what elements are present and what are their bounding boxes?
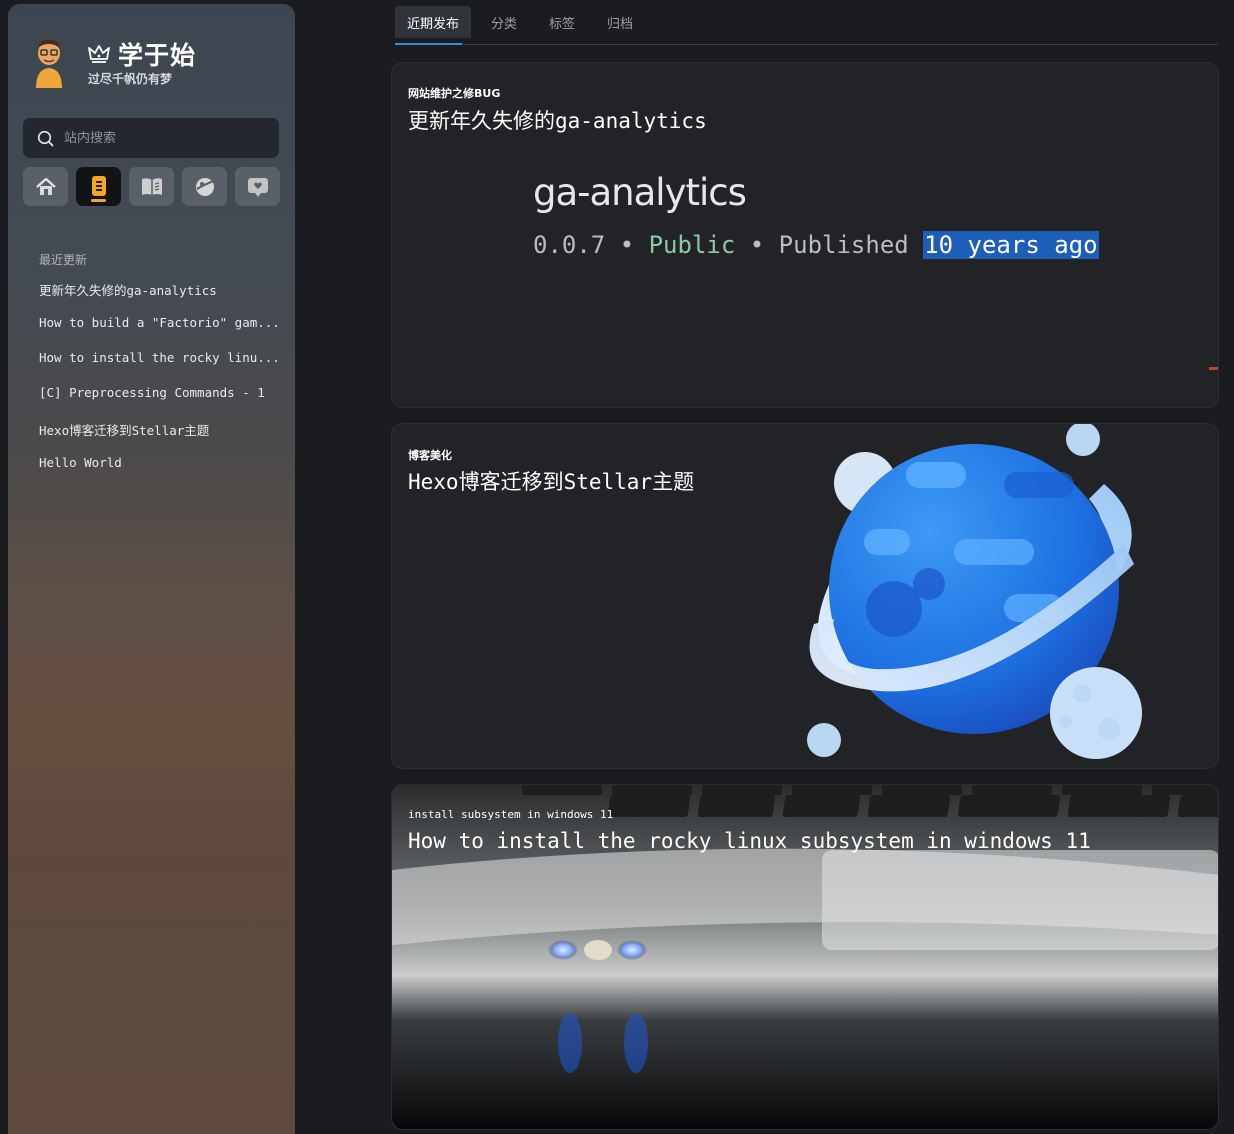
recent-item[interactable]: How to build a "Factorio" gam... (39, 315, 280, 350)
recent-item[interactable]: Hello World (39, 455, 280, 490)
sidebar: 学于始 过尽千帆仍有梦 站内搜索 最近更新 更新年久失修的ga-analytic… (8, 4, 295, 1134)
post-card[interactable]: install subsystem in windows 11 How to i… (391, 784, 1219, 1130)
tab-categories[interactable]: 分类 (479, 6, 529, 38)
post-tag: install subsystem in windows 11 (408, 808, 614, 821)
home-icon (35, 177, 56, 195)
post-tabs: 近期发布 分类 标签 归档 (395, 6, 645, 38)
tab-tags[interactable]: 标签 (537, 6, 587, 38)
nav-icons (23, 167, 280, 206)
cover-visibility: Public (648, 231, 736, 259)
post-card[interactable]: 网站维护之修BUG 更新年久失修的ga-analytics ga-analyti… (391, 62, 1219, 408)
book-icon (141, 177, 162, 195)
nav-friends-button[interactable] (235, 167, 280, 206)
cover-package-meta: 0.0.7 • Public • Published 10 years ago (533, 231, 1099, 259)
decorative-mark (1209, 367, 1218, 370)
recent-item[interactable]: [C] Preprocessing Commands - 1 (39, 385, 280, 420)
search-box[interactable] (23, 118, 279, 158)
recent-item[interactable]: 更新年久失修的ga-analytics (39, 280, 280, 315)
notebook-icon (91, 175, 106, 196)
nav-wiki-button[interactable] (129, 167, 174, 206)
cover-published-label: Published (778, 231, 909, 259)
heart-chat-icon (247, 177, 268, 197)
nav-home-button[interactable] (23, 167, 68, 206)
site-subtitle: 过尽千帆仍有梦 (88, 72, 173, 86)
search-icon (37, 130, 54, 146)
cover-separator: • (749, 231, 765, 259)
post-tag: 网站维护之修BUG (408, 87, 501, 100)
recent-item[interactable]: How to install the rocky linu... (39, 350, 280, 385)
post-title[interactable]: Hexo博客迁移到Stellar主题 (408, 466, 694, 496)
cover-version: 0.0.7 (533, 231, 606, 259)
active-tab-indicator (395, 43, 462, 45)
tabs-divider (395, 44, 1218, 45)
cover-package-name: ga-analytics (533, 171, 747, 214)
post-card[interactable]: 博客美化 Hexo博客迁移到Stellar主题 (391, 423, 1219, 769)
recent-heading: 最近更新 (39, 253, 88, 267)
post-title[interactable]: How to install the rocky linux subsystem… (408, 829, 1091, 853)
recent-item[interactable]: Hexo博客迁移到Stellar主题 (39, 420, 280, 455)
planet-icon (195, 177, 214, 196)
tab-recent[interactable]: 近期发布 (395, 6, 472, 38)
crown-icon (88, 45, 110, 63)
nav-notes-button[interactable] (76, 167, 121, 206)
search-input[interactable] (64, 130, 264, 146)
nav-explore-button[interactable] (182, 167, 227, 206)
avatar[interactable] (32, 38, 66, 88)
site-title: 学于始 (118, 41, 197, 70)
post-tag: 博客美化 (408, 449, 452, 462)
cover-separator: • (619, 231, 635, 259)
tab-archive[interactable]: 归档 (595, 6, 645, 38)
recent-list: 更新年久失修的ga-analytics How to build a "Fact… (39, 280, 280, 490)
planet-illustration (807, 424, 1142, 759)
post-title[interactable]: 更新年久失修的ga-analytics (408, 105, 707, 135)
brand[interactable]: 学于始 (88, 36, 196, 72)
cover-published-when: 10 years ago (923, 231, 1099, 259)
